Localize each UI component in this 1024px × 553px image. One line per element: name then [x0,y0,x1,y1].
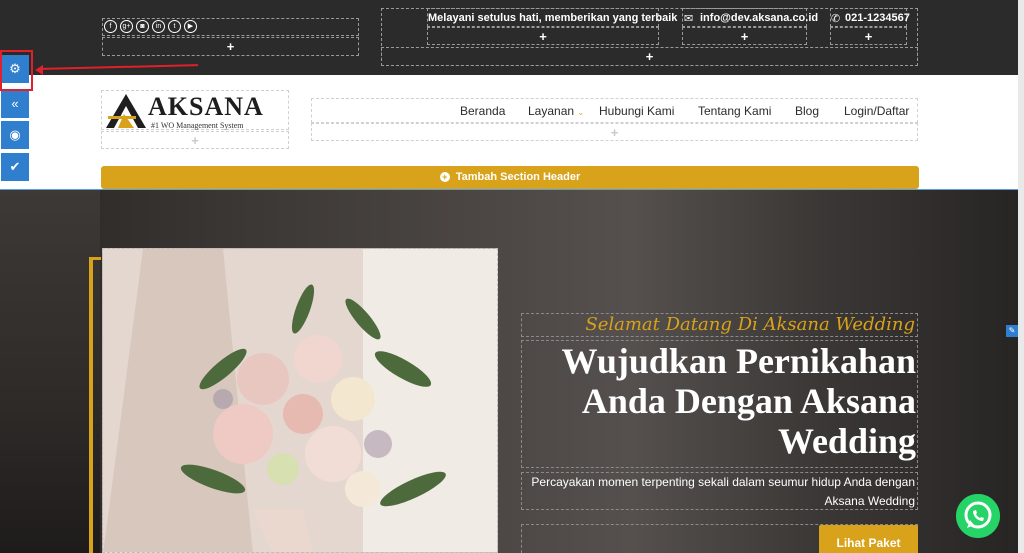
add-plus[interactable]: + [382,50,917,64]
logo-mark-icon [106,94,146,128]
logo-tagline: #1 WO Management System [151,121,244,130]
hero-subtitle: Percayakan momen terpenting sekali dalam… [521,472,918,510]
social-icons: f g+ ◙ in t ▶ [104,20,197,33]
whatsapp-icon [956,494,1000,538]
lihat-paket-button[interactable]: Lihat Paket [819,525,918,553]
bouquet-illustration [103,249,497,552]
hero-headline: Wujudkan Pernikahan Anda Dengan Aksana W… [521,340,918,468]
nav-layanan[interactable]: Layanan ⌄ [528,104,584,118]
gold-frame-corner [89,257,101,260]
whatsapp-button[interactable] [956,494,1000,538]
add-plus[interactable]: + [831,30,906,44]
add-widget-slot[interactable]: + [102,37,359,56]
preview-icon[interactable]: ◉ [1,121,29,149]
hero-left-background [0,190,100,553]
bouquet-image[interactable] [102,248,498,553]
google-plus-icon[interactable]: g+ [120,20,133,33]
envelope-icon: ✉ [684,13,694,25]
gold-frame-line [89,257,93,553]
hero-welcome-text: Selamat Datang Di Aksana Wedding [521,313,918,337]
linkedin-icon[interactable]: in [152,20,165,33]
facebook-icon[interactable]: f [104,20,117,33]
logo-text: AKSANA [148,92,264,121]
add-plus[interactable]: + [428,30,658,44]
add-widget-slot[interactable]: + [830,27,907,45]
nav-blog[interactable]: Blog [795,104,819,118]
topbar-tagline: Melayani setulus hati, memberikan yang t… [428,12,678,24]
add-plus[interactable]: + [103,40,358,54]
annotation-arrowhead [35,65,43,75]
edit-pencil-icon[interactable]: ✎ [1006,325,1018,337]
topbar-phone[interactable]: 021-1234567 [845,12,910,24]
add-widget-slot[interactable]: + [682,27,807,45]
check-icon[interactable]: ✔ [1,153,29,181]
chevron-down-icon: ⌄ [577,108,585,117]
add-widget-slot[interactable]: + [427,27,659,45]
add-plus[interactable]: + [102,134,288,148]
highlight-box [0,50,33,91]
add-widget-slot[interactable]: + [101,131,289,149]
youtube-icon[interactable]: ▶ [184,20,197,33]
nav-beranda[interactable]: Beranda [460,104,505,118]
add-plus[interactable]: + [683,30,806,44]
phone-icon: ✆ [831,13,841,25]
nav-hubungi-kami[interactable]: Hubungi Kami [599,104,674,118]
nav-login[interactable]: Login/Daftar [844,104,909,118]
add-section-header-button[interactable]: + Tambah Section Header [101,166,919,189]
nav-tentang-kami[interactable]: Tentang Kami [698,104,771,118]
add-widget-slot[interactable]: + [381,47,918,66]
add-widget-slot[interactable]: + [311,123,918,141]
instagram-icon[interactable]: ◙ [136,20,149,33]
plus-circle-icon: + [439,172,450,182]
nav-layanan-label: Layanan [528,104,575,118]
add-section-header-label: Tambah Section Header [455,171,581,183]
collapse-icon[interactable]: « [1,90,29,118]
topbar-email[interactable]: info@dev.aksana.co.id [700,12,818,24]
add-plus[interactable]: + [312,126,917,140]
twitter-icon[interactable]: t [168,20,181,33]
scrollbar[interactable] [1018,0,1024,553]
